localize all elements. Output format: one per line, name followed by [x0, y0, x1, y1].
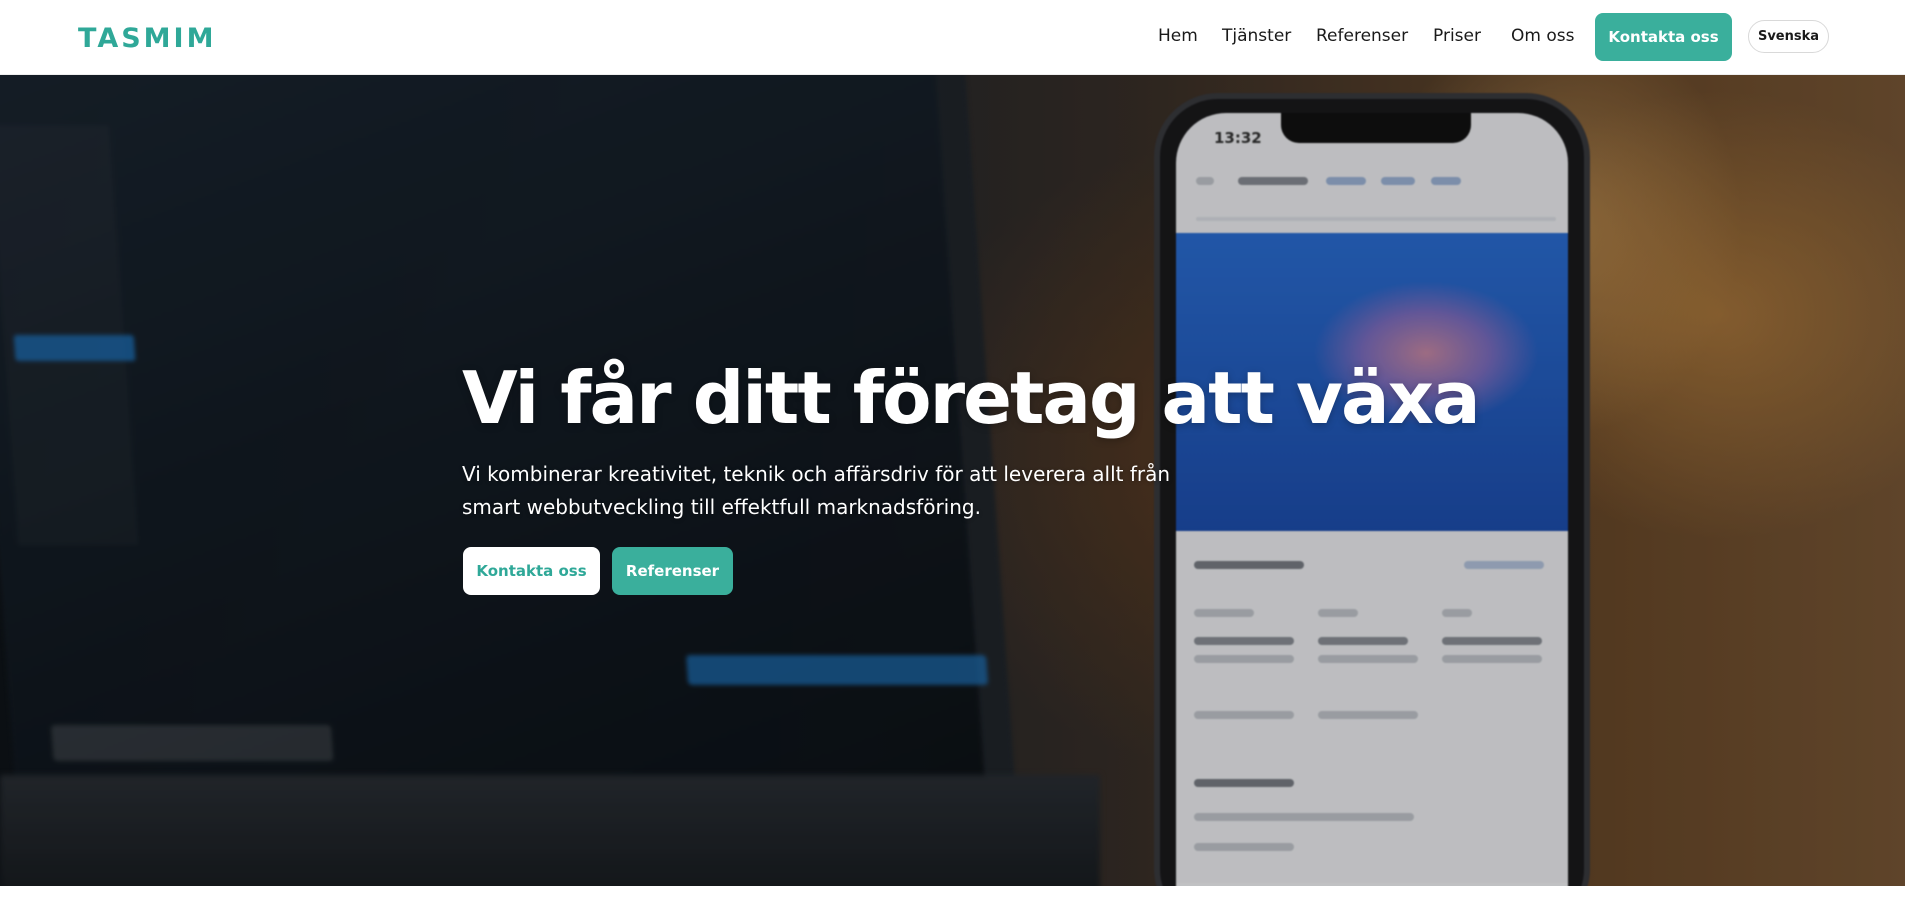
- nav-link-priser[interactable]: Priser: [1433, 26, 1481, 46]
- language-selector-button[interactable]: Svenska: [1748, 20, 1829, 53]
- header-contact-button[interactable]: Kontakta oss: [1595, 13, 1732, 61]
- nav-link-referenser[interactable]: Referenser: [1316, 26, 1408, 46]
- site-header: TASMIM Hem Tjänster Referenser Priser Om…: [0, 0, 1905, 75]
- nav-link-tjanster[interactable]: Tjänster: [1222, 26, 1291, 46]
- page-bottom-strip: [0, 886, 1905, 909]
- hero-title: Vi får ditt företag att växa: [462, 356, 1481, 440]
- hero-contact-button[interactable]: Kontakta oss: [463, 547, 600, 595]
- hero-references-button[interactable]: Referenser: [612, 547, 733, 595]
- hero-section: 13:32 Vi får ditt företag att växa Vi ko…: [0, 75, 1905, 886]
- hero-subtitle: Vi kombinerar kreativitet, teknik och af…: [462, 462, 1171, 519]
- nav-link-hem[interactable]: Hem: [1158, 26, 1198, 46]
- nav-link-om-oss[interactable]: Om oss: [1511, 26, 1574, 46]
- logo[interactable]: TASMIM: [78, 23, 216, 54]
